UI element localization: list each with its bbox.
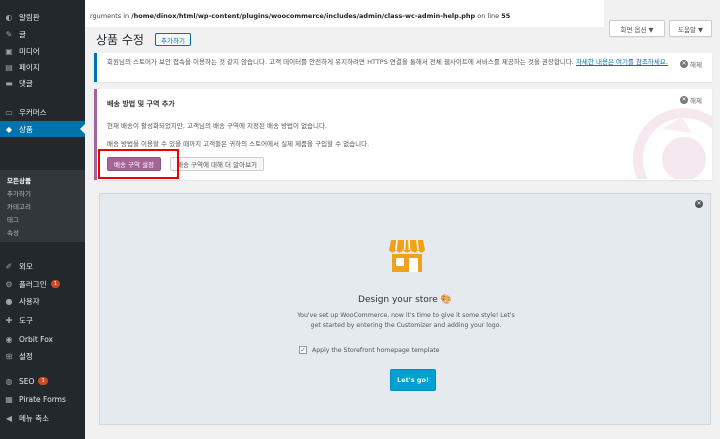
storefront-onboarding-panel: ✕ Design your store 🎨 You've set up WooC… bbox=[99, 193, 711, 425]
warning-line: 55 bbox=[501, 12, 511, 20]
sidebar-item-label: 상품 bbox=[19, 124, 33, 134]
sidebar-item-label: 우커머스 bbox=[19, 107, 47, 117]
sidebar-item-settings[interactable]: ⊞ 설정 bbox=[0, 348, 85, 364]
submenu-item[interactable]: 추가하기 bbox=[0, 186, 85, 199]
sidebar-item-label: 알림판 bbox=[19, 12, 40, 22]
tools-icon: ✚ bbox=[5, 315, 13, 325]
sidebar-item-label: 도구 bbox=[19, 315, 33, 325]
add-new-button[interactable]: 추가하기 bbox=[155, 33, 191, 46]
appearance-icon: ✐ bbox=[5, 261, 13, 271]
shipping-notice: 배송 방법 및 구역 추가 현재 배송이 활성화되었지만, 고객님의 배송 구역… bbox=[94, 89, 712, 180]
homepage-template-option[interactable]: ✓ Apply the Storefront homepage template bbox=[299, 346, 440, 354]
shipping-dismiss-button[interactable]: ✕ 해제 bbox=[680, 95, 702, 105]
setup-shipping-zones-button[interactable]: 배송 구역 설정 bbox=[107, 157, 162, 171]
users-icon: ● bbox=[5, 296, 13, 306]
warning-prefix: rguments in bbox=[90, 12, 132, 20]
seo-icon: ◍ bbox=[5, 376, 13, 386]
page-title: 상품 수정 bbox=[96, 33, 144, 47]
sidebar-item-label: 설정 bbox=[19, 351, 33, 361]
dashboard-icon: ◐ bbox=[5, 12, 13, 22]
collapse-icon: ◀ bbox=[5, 413, 13, 423]
sidebar-item-users[interactable]: ● 사용자 bbox=[0, 293, 85, 309]
close-icon: ✕ bbox=[680, 96, 689, 104]
pin-icon: ✎ bbox=[5, 29, 13, 39]
sidebar-item-label: SEO bbox=[19, 376, 35, 386]
products-icon: ◆ bbox=[5, 124, 13, 134]
close-icon: ✕ bbox=[680, 60, 689, 68]
submenu-item[interactable]: 모든상품 bbox=[0, 173, 85, 186]
help-button[interactable]: 도움말 ▼ bbox=[669, 20, 712, 37]
submenu-item[interactable]: 카테고리 bbox=[0, 199, 85, 212]
sidebar-item-label: Pirate Forms bbox=[19, 394, 66, 404]
screen-options-button[interactable]: 화면 옵션 ▼ bbox=[609, 20, 665, 37]
store-icon bbox=[388, 238, 426, 276]
footer-strip bbox=[85, 432, 720, 439]
sidebar-item-seo[interactable]: ◍ SEO 1 bbox=[0, 373, 85, 389]
update-count-badge: 1 bbox=[38, 377, 48, 386]
homepage-template-label: Apply the Storefront homepage template bbox=[312, 346, 440, 354]
onboarding-title-text: Design your store bbox=[358, 295, 438, 305]
https-notice-text: 회원님의 스토어가 보안 접속을 이용하는 것 같지 않습니다. 고객 데이터를… bbox=[97, 53, 712, 68]
php-warning-strip: rguments in /home/dinox/html/wp-content/… bbox=[85, 0, 604, 27]
https-notice: 회원님의 스토어가 보안 접속을 이용하는 것 같지 않습니다. 고객 데이터를… bbox=[94, 53, 712, 82]
sidebar-item-label: 플러그인 bbox=[19, 279, 47, 289]
https-learn-more-link[interactable]: 자세한 내용은 여기를 참조하세요. bbox=[576, 58, 668, 66]
sidebar-item-label: 글 bbox=[19, 29, 26, 39]
media-icon: ▣ bbox=[5, 46, 13, 56]
shipping-notice-paragraph-2: 배송 방법을 이용할 수 있을 때까지 고객들은 귀하의 스토어에서 실제 제품… bbox=[107, 140, 370, 148]
close-icon[interactable]: ✕ bbox=[695, 200, 703, 208]
sidebar-item-appearance[interactable]: ✐ 외모 bbox=[0, 258, 85, 274]
sidebar-item-label: 미디어 bbox=[19, 46, 40, 56]
dismiss-label: 해제 bbox=[690, 97, 702, 105]
submenu-item[interactable]: 태그 bbox=[0, 212, 85, 225]
pirate-forms-icon: ▦ bbox=[5, 394, 13, 404]
sidebar-item-pirate-forms[interactable]: ▦ Pirate Forms bbox=[0, 391, 85, 407]
page-icon: ▤ bbox=[5, 62, 13, 72]
sidebar-item-label: 메뉴 축소 bbox=[19, 413, 49, 423]
sidebar-item-pin[interactable]: ✎ 글 bbox=[0, 26, 85, 42]
palette-icon: 🎨 bbox=[440, 295, 452, 305]
sidebar-item-label: 사용자 bbox=[19, 296, 40, 306]
warning-suffix: on line bbox=[475, 12, 502, 20]
learn-shipping-zones-button[interactable]: 배송 구역에 대해 더 알아보기 bbox=[170, 157, 265, 171]
shipping-notice-title: 배송 방법 및 구역 추가 bbox=[107, 100, 175, 108]
settings-icon: ⊞ bbox=[5, 351, 13, 361]
sidebar-item-dashboard[interactable]: ◐ 알림판 bbox=[0, 9, 85, 25]
active-indicator bbox=[80, 124, 85, 135]
warning-path: /home/dinox/html/wp-content/plugins/wooc… bbox=[131, 12, 476, 20]
https-notice-message: 회원님의 스토어가 보안 접속을 이용하는 것 같지 않습니다. 고객 데이터를… bbox=[107, 58, 576, 66]
homepage-template-checkbox[interactable]: ✓ bbox=[299, 346, 307, 354]
sidebar-item-label: 외모 bbox=[19, 261, 33, 271]
sidebar-item-woocommerce[interactable]: ▭ 우커머스 bbox=[0, 104, 85, 120]
sidebar-item-label: Orbit Fox bbox=[19, 334, 53, 344]
products-submenu: 모든상품 추가하기 카테고리 태그 속성 bbox=[0, 170, 85, 242]
sidebar-item-products[interactable]: ◆ 상품 bbox=[0, 121, 85, 138]
sidebar-item-page[interactable]: ▤ 페이지 bbox=[0, 59, 85, 75]
sidebar-item-plugins[interactable]: ⚙ 플러그인 1 bbox=[0, 276, 85, 292]
sidebar-item-label: 페이지 bbox=[19, 62, 40, 72]
comment-icon: ▬ bbox=[5, 78, 13, 88]
sidebar-item-tools[interactable]: ✚ 도구 bbox=[0, 312, 85, 328]
orbitfox-icon: ◉ bbox=[5, 334, 13, 344]
https-dismiss-button[interactable]: ✕ 해제 bbox=[680, 59, 702, 69]
plugins-icon: ⚙ bbox=[5, 279, 13, 289]
lets-go-button[interactable]: Let's go! bbox=[390, 369, 436, 391]
sidebar-item-media[interactable]: ▣ 미디어 bbox=[0, 43, 85, 59]
onboarding-title: Design your store 🎨 bbox=[100, 295, 710, 305]
update-count-badge: 1 bbox=[50, 280, 61, 289]
dismiss-label: 해제 bbox=[690, 61, 702, 69]
sidebar-item-comment[interactable]: ▬ 댓글 bbox=[0, 75, 85, 91]
admin-sidebar: ◐ 알림판 ✎ 글 ▣ 미디어 ▤ 페이지 ▬ 댓글 ▭ 우커머스 ◆ 상품 모든상품 추가하기 카테고리 태그 속… bbox=[0, 0, 85, 439]
sidebar-item-label: 댓글 bbox=[19, 78, 33, 88]
woocommerce-icon: ▭ bbox=[5, 107, 13, 117]
sidebar-item-orbitfox[interactable]: ◉ Orbit Fox bbox=[0, 331, 85, 347]
onboarding-description: You've set up WooCommerce, now it's time… bbox=[297, 312, 515, 329]
submenu-item[interactable]: 속성 bbox=[0, 225, 85, 238]
sidebar-item-collapse[interactable]: ◀ 메뉴 축소 bbox=[0, 410, 85, 426]
shipping-notice-paragraph-1: 현재 배송이 활성화되었지만, 고객님의 배송 구역에 지정된 배송 방법이 없… bbox=[107, 122, 328, 130]
